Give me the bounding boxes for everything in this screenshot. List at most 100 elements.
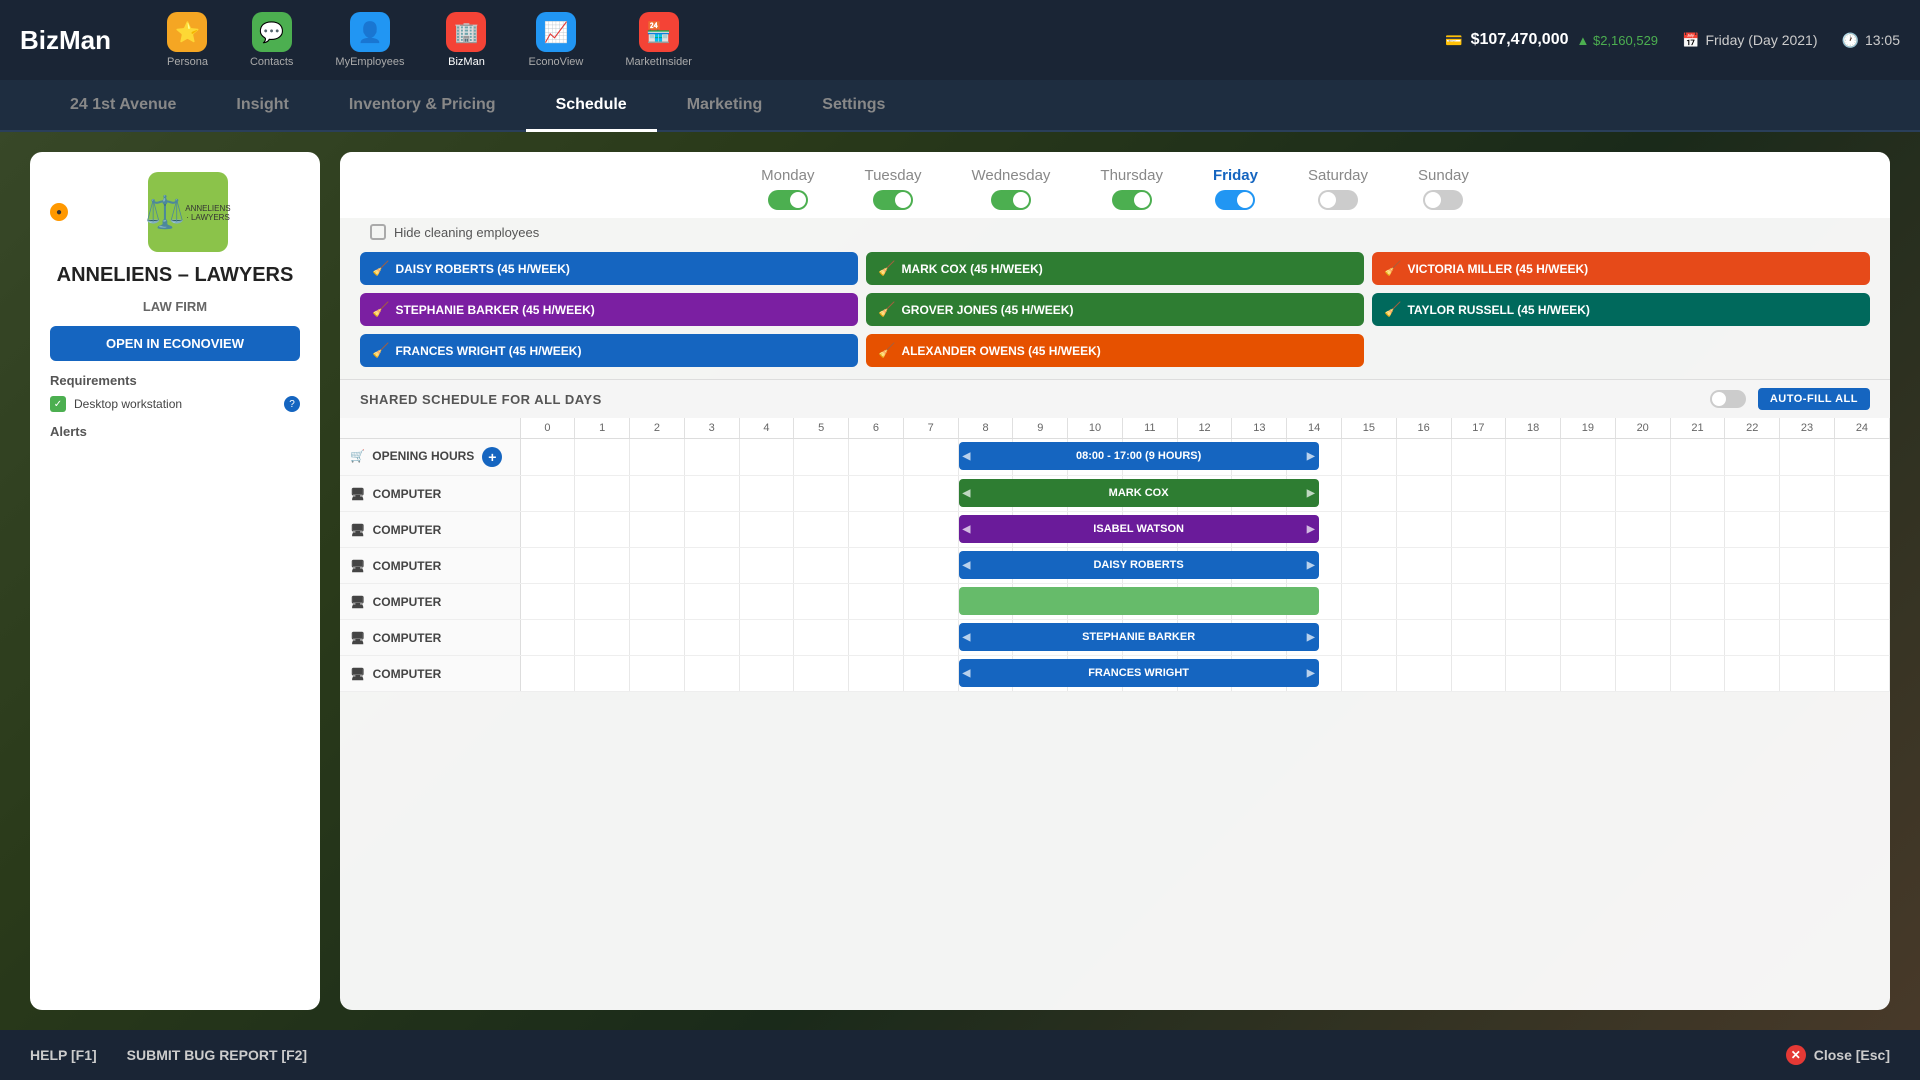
schedule-cell[interactable]: MARK COX◀▶	[958, 476, 1013, 512]
schedule-cell[interactable]	[1615, 512, 1670, 548]
schedule-cell[interactable]	[849, 584, 904, 620]
schedule-cell[interactable]	[849, 476, 904, 512]
schedule-cell[interactable]	[1451, 584, 1506, 620]
schedule-cell[interactable]	[1780, 620, 1835, 656]
schedule-cell[interactable]	[794, 656, 849, 692]
schedule-cell[interactable]	[1670, 512, 1725, 548]
schedule-cell[interactable]	[630, 620, 685, 656]
schedule-cell[interactable]	[1561, 512, 1616, 548]
schedule-cell[interactable]	[739, 620, 794, 656]
schedule-cell[interactable]	[1615, 439, 1670, 476]
schedule-cell[interactable]	[1725, 548, 1780, 584]
schedule-cell[interactable]	[575, 439, 630, 476]
help-button[interactable]: HELP [F1]	[30, 1047, 97, 1063]
schedule-cell[interactable]	[1780, 656, 1835, 692]
schedule-cell[interactable]	[630, 476, 685, 512]
schedule-cell[interactable]	[1506, 439, 1561, 476]
emp-stephanie-barker[interactable]: 🧹 STEPHANIE BARKER (45 H/WEEK)	[360, 293, 858, 326]
schedule-cell[interactable]: STEPHANIE BARKER◀▶	[958, 620, 1013, 656]
schedule-cell[interactable]	[903, 620, 958, 656]
schedule-cell[interactable]	[794, 476, 849, 512]
schedule-cell[interactable]	[1561, 476, 1616, 512]
shared-toggle[interactable]	[1710, 390, 1746, 408]
schedule-cell[interactable]	[1670, 620, 1725, 656]
schedule-cell[interactable]	[520, 656, 575, 692]
schedule-cell[interactable]	[630, 584, 685, 620]
schedule-cell[interactable]	[903, 656, 958, 692]
schedule-cell[interactable]	[1670, 476, 1725, 512]
schedule-cell[interactable]	[739, 512, 794, 548]
schedule-cell[interactable]	[1670, 439, 1725, 476]
schedule-cell[interactable]	[520, 476, 575, 512]
open-econoview-button[interactable]: OPEN IN ECONOVIEW	[50, 326, 300, 361]
schedule-cell[interactable]	[1780, 584, 1835, 620]
schedule-cell[interactable]: 08:00 - 17:00 (9 HOURS)◀▶	[958, 439, 1013, 476]
schedule-cell[interactable]	[575, 512, 630, 548]
nav-item-persona[interactable]: ⭐ Persona	[151, 6, 224, 74]
emp-taylor-russell[interactable]: 🧹 TAYLOR RUSSELL (45 H/WEEK)	[1372, 293, 1870, 326]
emp-frances-wright[interactable]: 🧹 FRANCES WRIGHT (45 H/WEEK)	[360, 334, 858, 367]
event-right-handle[interactable]: ▶	[1307, 560, 1315, 571]
schedule-cell[interactable]	[1396, 512, 1451, 548]
schedule-cell[interactable]	[849, 512, 904, 548]
bug-report-button[interactable]: SUBMIT BUG REPORT [F2]	[127, 1047, 307, 1063]
schedule-cell[interactable]	[1780, 512, 1835, 548]
schedule-cell[interactable]	[684, 476, 739, 512]
auto-fill-button[interactable]: AUTO-FILL ALL	[1758, 388, 1870, 410]
schedule-cell[interactable]	[1396, 656, 1451, 692]
event-right-handle[interactable]: ▶	[1307, 668, 1315, 679]
schedule-cell[interactable]	[1615, 656, 1670, 692]
sec-nav-settings[interactable]: Settings	[792, 80, 915, 132]
sec-nav-inventory[interactable]: Inventory & Pricing	[319, 80, 526, 132]
schedule-cell[interactable]	[1615, 584, 1670, 620]
schedule-cell[interactable]	[575, 656, 630, 692]
schedule-cell[interactable]	[1506, 656, 1561, 692]
req-help-icon[interactable]: ?	[284, 396, 300, 412]
schedule-cell[interactable]	[1561, 439, 1616, 476]
day-toggle-friday[interactable]	[1215, 190, 1255, 210]
close-button[interactable]: ✕ Close [Esc]	[1786, 1045, 1890, 1065]
event-left-handle[interactable]: ◀	[963, 668, 971, 679]
schedule-cell[interactable]	[1725, 512, 1780, 548]
schedule-cell[interactable]	[1506, 620, 1561, 656]
schedule-cell[interactable]	[1561, 620, 1616, 656]
schedule-cell[interactable]	[794, 584, 849, 620]
schedule-container[interactable]: 0123456789101112131415161718192021222324…	[340, 418, 1890, 1010]
schedule-cell[interactable]	[794, 548, 849, 584]
schedule-cell[interactable]	[1561, 548, 1616, 584]
schedule-cell[interactable]	[1341, 620, 1396, 656]
schedule-cell[interactable]	[1341, 476, 1396, 512]
schedule-cell[interactable]	[1670, 656, 1725, 692]
schedule-cell[interactable]	[1834, 656, 1889, 692]
day-toggle-sunday[interactable]	[1423, 190, 1463, 210]
schedule-cell[interactable]	[1615, 548, 1670, 584]
schedule-cell[interactable]	[739, 584, 794, 620]
schedule-cell[interactable]	[684, 512, 739, 548]
schedule-cell[interactable]	[1396, 620, 1451, 656]
schedule-cell[interactable]	[1396, 439, 1451, 476]
schedule-cell[interactable]: ISABEL WATSON◀▶	[958, 512, 1013, 548]
event-left-handle[interactable]: ◀	[963, 632, 971, 643]
schedule-cell[interactable]	[1451, 620, 1506, 656]
schedule-cell[interactable]	[575, 476, 630, 512]
nav-item-contacts[interactable]: 💬 Contacts	[234, 6, 309, 74]
nav-item-econoview[interactable]: 📈 EconoView	[512, 6, 599, 74]
day-toggle-monday[interactable]	[768, 190, 808, 210]
schedule-cell[interactable]	[520, 548, 575, 584]
schedule-cell[interactable]	[1341, 548, 1396, 584]
schedule-cell[interactable]	[739, 656, 794, 692]
day-toggle-wednesday[interactable]	[991, 190, 1031, 210]
schedule-cell[interactable]	[1451, 512, 1506, 548]
schedule-cell[interactable]	[1561, 584, 1616, 620]
event-right-handle[interactable]: ▶	[1307, 451, 1315, 462]
schedule-cell[interactable]	[1670, 584, 1725, 620]
schedule-cell[interactable]	[739, 476, 794, 512]
schedule-cell[interactable]	[1834, 620, 1889, 656]
schedule-cell[interactable]	[1725, 439, 1780, 476]
schedule-cell[interactable]	[1780, 476, 1835, 512]
schedule-cell[interactable]	[849, 439, 904, 476]
schedule-cell[interactable]	[1341, 439, 1396, 476]
schedule-cell[interactable]	[1834, 548, 1889, 584]
schedule-cell[interactable]	[1396, 548, 1451, 584]
schedule-cell[interactable]	[684, 656, 739, 692]
